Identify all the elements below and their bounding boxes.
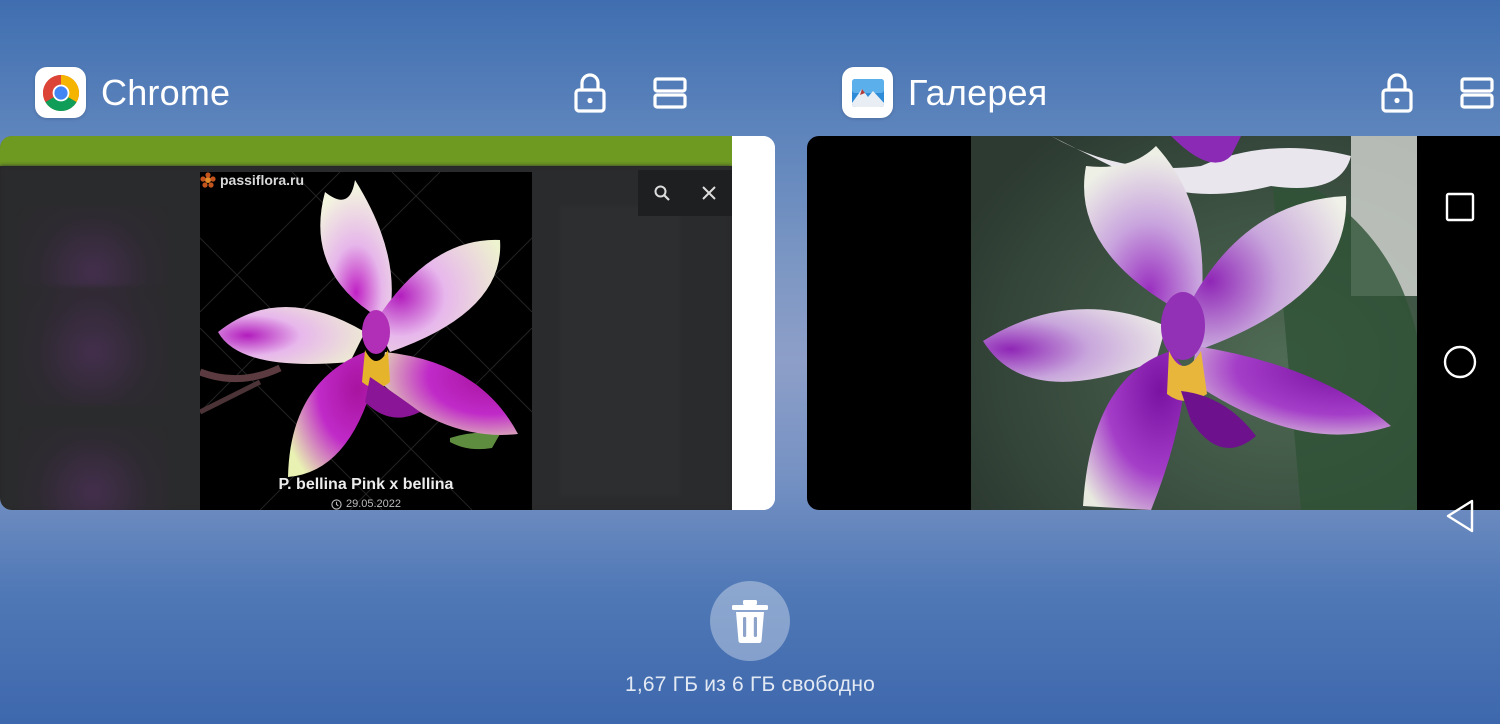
gallery-card-header: Галерея — [842, 66, 1500, 120]
chrome-app-card[interactable]: passiflora.ru P. bellina Pink x bellina … — [0, 136, 775, 510]
memory-status: 1,67 ГБ из 6 ГБ свободно — [624, 673, 876, 696]
gallery-icon[interactable] — [842, 67, 893, 118]
chrome-app-title: Chrome — [101, 72, 231, 113]
split-screen-icon[interactable] — [1455, 71, 1499, 115]
lightbox-toolbar — [638, 170, 732, 216]
lock-icon[interactable] — [568, 71, 612, 115]
chrome-scroll-edge — [732, 136, 775, 510]
image-lightbox[interactable]: passiflora.ru P. bellina Pink x bellina … — [200, 172, 532, 510]
close-icon[interactable] — [700, 184, 718, 202]
clear-all-button[interactable] — [710, 581, 790, 661]
recents-square-icon[interactable] — [1438, 185, 1482, 229]
home-circle-icon[interactable] — [1438, 340, 1482, 384]
gallery-app-title: Галерея — [908, 72, 1048, 113]
orchid-photo — [200, 180, 518, 477]
chrome-icon[interactable] — [35, 67, 86, 118]
gallery-app-card[interactable] — [807, 136, 1500, 510]
site-header-bar — [0, 136, 732, 166]
chrome-page-thumbnail: passiflora.ru P. bellina Pink x bellina … — [0, 136, 732, 510]
clock-icon — [331, 498, 342, 510]
gallery-orchid-photo — [971, 136, 1417, 510]
split-screen-icon[interactable] — [648, 71, 692, 115]
image-date: 29.05.2022 — [200, 498, 532, 510]
zoom-icon[interactable] — [653, 184, 671, 202]
lock-icon[interactable] — [1375, 71, 1419, 115]
image-caption: P. bellina Pink x bellina — [278, 476, 454, 493]
back-triangle-icon[interactable] — [1438, 494, 1482, 538]
trash-icon — [732, 600, 768, 644]
chrome-card-header: Chrome — [35, 66, 700, 120]
